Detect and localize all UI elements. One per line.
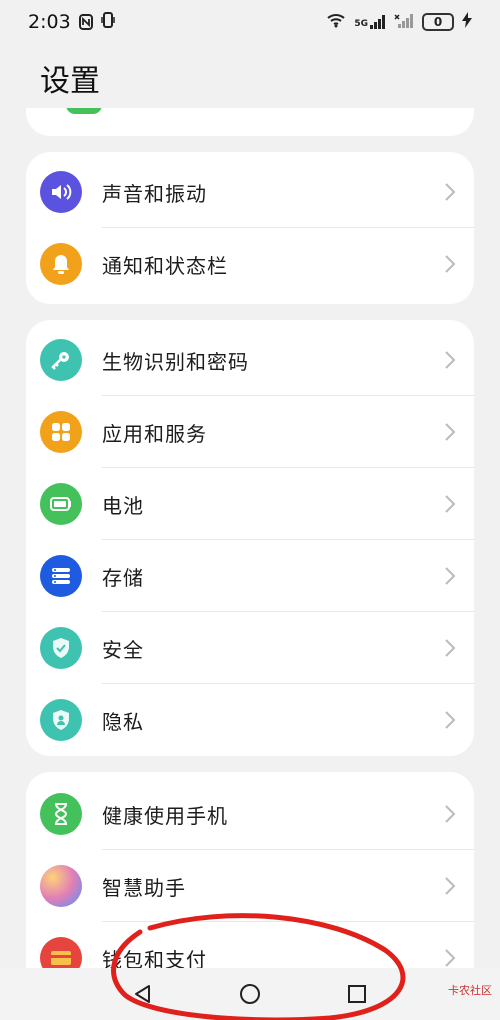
settings-item-notifications[interactable]: 通知和状态栏 bbox=[26, 228, 474, 300]
battery-icon bbox=[40, 483, 82, 525]
assistant-icon bbox=[40, 865, 82, 907]
bell-icon bbox=[40, 243, 82, 285]
settings-item-security[interactable]: 安全 bbox=[26, 612, 474, 684]
chevron-right-icon bbox=[445, 255, 456, 273]
settings-item-label: 电池 bbox=[102, 493, 144, 518]
recents-button[interactable] bbox=[342, 979, 372, 1009]
settings-item-label: 安全 bbox=[102, 637, 144, 662]
navigation-bar bbox=[0, 968, 500, 1020]
signal-none-icon bbox=[394, 13, 414, 32]
nfc-icon bbox=[78, 14, 93, 30]
wifi-icon bbox=[326, 12, 346, 32]
chevron-right-icon bbox=[445, 711, 456, 729]
settings-item-assistant[interactable]: 智慧助手 bbox=[26, 850, 474, 922]
chevron-right-icon bbox=[445, 877, 456, 895]
settings-item-privacy[interactable]: 隐私 bbox=[26, 684, 474, 756]
clock: 2:03 bbox=[28, 11, 71, 33]
home-icon bbox=[239, 984, 260, 1004]
chevron-right-icon bbox=[445, 351, 456, 369]
settings-group-3: 健康使用手机 智慧助手 钱包和支付 bbox=[26, 772, 474, 992]
chevron-right-icon bbox=[445, 495, 456, 513]
chevron-right-icon bbox=[445, 183, 456, 201]
settings-group-1: 声音和振动 通知和状态栏 bbox=[26, 152, 474, 304]
chevron-right-icon bbox=[445, 639, 456, 657]
settings-item-storage[interactable]: 存储 bbox=[26, 540, 474, 612]
watermark-text: 卡农社区 bbox=[448, 984, 492, 997]
settings-group-2: 生物识别和密码 应用和服务 电池 存储 安全 隐私 bbox=[26, 320, 474, 756]
chevron-right-icon bbox=[445, 423, 456, 441]
back-button[interactable] bbox=[128, 979, 158, 1009]
signal-5g-icon: 5G bbox=[354, 15, 386, 29]
settings-item-label: 隐私 bbox=[102, 709, 144, 734]
page-title: 设置 bbox=[40, 64, 100, 99]
battery-level: 0 bbox=[433, 15, 443, 29]
status-bar: 2:03 5G 0 bbox=[0, 0, 500, 44]
watermark-logo: 卡农社区 bbox=[448, 982, 492, 998]
battery-indicator: 0 bbox=[422, 13, 454, 31]
hourglass-icon bbox=[40, 793, 82, 835]
settings-item-label: 智慧助手 bbox=[102, 875, 186, 900]
settings-item-sound[interactable]: 声音和振动 bbox=[26, 156, 474, 228]
shield-check-icon bbox=[40, 627, 82, 669]
speaker-icon bbox=[40, 171, 82, 213]
privacy-shield-icon bbox=[40, 699, 82, 741]
partial-icon bbox=[66, 108, 102, 114]
settings-item-apps[interactable]: 应用和服务 bbox=[26, 396, 474, 468]
chevron-right-icon bbox=[445, 949, 456, 967]
storage-icon bbox=[40, 555, 82, 597]
home-button[interactable] bbox=[235, 979, 265, 1009]
chevron-right-icon bbox=[445, 805, 456, 823]
chevron-right-icon bbox=[445, 567, 456, 585]
back-icon bbox=[135, 985, 151, 1003]
settings-item-label: 存储 bbox=[102, 565, 144, 590]
settings-item-label: 通知和状态栏 bbox=[102, 253, 228, 278]
settings-item-battery[interactable]: 电池 bbox=[26, 468, 474, 540]
network-label: 5G bbox=[354, 19, 368, 29]
settings-item-label: 健康使用手机 bbox=[102, 803, 228, 828]
vibrate-icon bbox=[100, 11, 115, 33]
apps-grid-icon bbox=[40, 411, 82, 453]
settings-item-biometrics[interactable]: 生物识别和密码 bbox=[26, 324, 474, 396]
settings-item-digital-balance[interactable]: 健康使用手机 bbox=[26, 778, 474, 850]
charging-icon bbox=[462, 12, 472, 32]
settings-item-label: 生物识别和密码 bbox=[102, 349, 249, 374]
settings-item-label: 声音和振动 bbox=[102, 181, 207, 206]
settings-card-partial bbox=[26, 108, 474, 136]
recents-icon bbox=[347, 985, 366, 1003]
key-icon bbox=[40, 339, 82, 381]
settings-item-label: 应用和服务 bbox=[102, 421, 207, 446]
